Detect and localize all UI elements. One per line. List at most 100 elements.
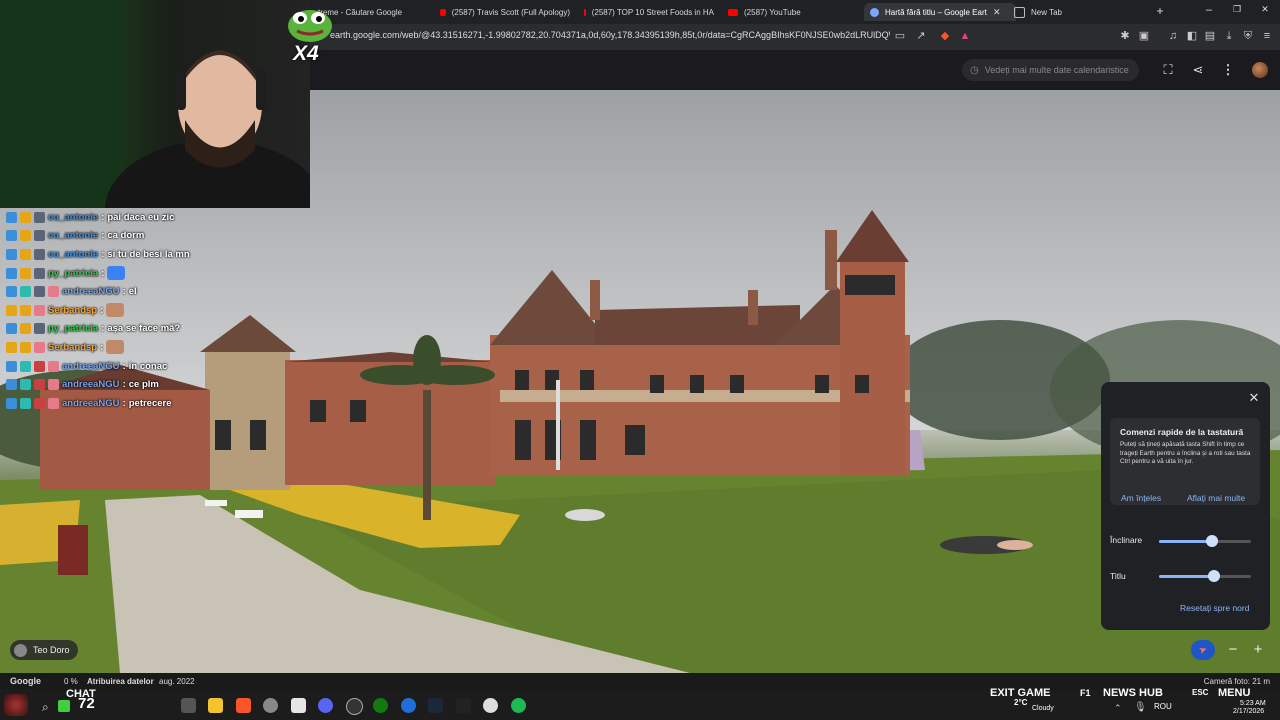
- chat-username[interactable]: andreeaNGU: [62, 398, 120, 409]
- chat-badge-icon: [20, 211, 31, 223]
- got-it-button[interactable]: Am înțeles: [1121, 493, 1161, 503]
- chat-username[interactable]: andreeaNGU: [62, 379, 120, 390]
- chat-badge-icon: [20, 267, 31, 279]
- chat-username[interactable]: cu_antonie: [48, 212, 98, 223]
- close-tab-icon[interactable]: ✕: [993, 7, 1001, 18]
- chat-badge-icon: [34, 230, 45, 242]
- share-page-icon[interactable]: ↗: [914, 29, 928, 43]
- music-icon[interactable]: ♫: [1166, 29, 1180, 43]
- chat-message: Serbandsp:: [6, 301, 266, 320]
- chat-username[interactable]: Serbandsp: [48, 305, 97, 316]
- close-window-button[interactable]: ✕: [1255, 4, 1275, 15]
- chat-badge-icon: [20, 379, 31, 391]
- chat-username[interactable]: Serbandsp: [48, 342, 97, 353]
- settings-icon[interactable]: [263, 698, 278, 713]
- rewards-icon[interactable]: ▲: [958, 29, 972, 43]
- windows-taskbar: CHAT ⌕ 72 EXIT GAME 2°C Cloudy F1 NEWS H…: [0, 687, 1280, 720]
- xbox-icon[interactable]: [373, 698, 388, 713]
- steam-icon[interactable]: [428, 698, 443, 713]
- brave-shield-icon[interactable]: ◆: [938, 29, 952, 43]
- chat-username[interactable]: py_patricia: [48, 323, 98, 334]
- tray-chevron-icon[interactable]: ⌃: [1114, 703, 1122, 714]
- discord-icon[interactable]: [318, 698, 333, 713]
- calendar-dates-button[interactable]: ◷ Vedeți mai multe date calendaristice: [962, 59, 1139, 81]
- maximize-button[interactable]: ❐: [1227, 4, 1247, 15]
- reading-list-icon[interactable]: ▤: [1203, 29, 1217, 43]
- language-indicator[interactable]: ROU: [1154, 702, 1172, 711]
- chat-emote-icon: [106, 303, 125, 318]
- zoom-in-button[interactable]: +: [1247, 640, 1269, 660]
- chat-username[interactable]: andreeaNGU: [62, 286, 120, 297]
- chat-badge-icon: [20, 230, 31, 242]
- tilt-slider[interactable]: [1159, 535, 1251, 547]
- menu-icon[interactable]: ≡: [1260, 29, 1274, 43]
- heading-slider-fill: [1159, 575, 1214, 578]
- chat-message: andreeaNGU: el: [6, 282, 266, 301]
- download-icon[interactable]: ⤓: [1222, 29, 1236, 43]
- tab-label: (2587) Travis Scott (Full Apology): [451, 7, 570, 17]
- photographer-chip[interactable]: Teo Doro: [10, 640, 78, 660]
- share-icon[interactable]: ⋖: [1190, 62, 1206, 78]
- more-icon[interactable]: ⋮: [1220, 62, 1236, 78]
- minimize-button[interactable]: –: [1199, 4, 1219, 16]
- search-icon[interactable]: ⌕: [42, 700, 49, 715]
- chat-text: petrecere: [128, 397, 172, 409]
- chat-badge-icon: [20, 360, 31, 372]
- chat-badge-icon: [34, 397, 45, 409]
- tab-youtube-streetfood[interactable]: (2587) TOP 10 Street Foods in HA: [584, 3, 714, 21]
- url-field[interactable]: earth.google.com/web/@43.31516271,-1.998…: [330, 30, 890, 40]
- heading-slider[interactable]: [1159, 570, 1251, 582]
- tab-label: New Tab: [1031, 7, 1062, 17]
- calculator-icon[interactable]: [291, 698, 306, 713]
- chat-badge-icon: [6, 211, 17, 223]
- clock-time: 5:23 AM: [1240, 700, 1266, 707]
- tip-body: Puteți să țineți apăsată tasta Shift în …: [1120, 441, 1251, 466]
- zoom-out-button[interactable]: −: [1222, 640, 1244, 660]
- chat-username[interactable]: andreeaNGU: [62, 361, 120, 372]
- brave-browser-icon[interactable]: [236, 698, 251, 713]
- clock-icon[interactable]: [346, 698, 363, 715]
- profile-avatar[interactable]: [1252, 62, 1268, 78]
- spotify-icon[interactable]: [511, 698, 526, 713]
- data-attribution-link[interactable]: Atribuirea datelor: [87, 677, 154, 686]
- task-view-icon[interactable]: [181, 698, 196, 713]
- tab-youtube-travis[interactable]: (2587) Travis Scott (Full Apology): [440, 3, 570, 21]
- microphone-icon[interactable]: 🎙: [1134, 702, 1147, 713]
- chat-username[interactable]: cu_antonie: [48, 230, 98, 241]
- wallet-icon[interactable]: ▣: [1137, 29, 1151, 43]
- chat-message: py_patricia: așa se face mă?: [6, 320, 266, 339]
- new-tab-button[interactable]: +: [1150, 4, 1170, 18]
- tilt-slider-fill: [1159, 540, 1212, 543]
- fullscreen-icon[interactable]: ⛶: [1160, 62, 1176, 78]
- chat-separator: :: [101, 323, 105, 335]
- heading-slider-thumb[interactable]: [1208, 570, 1220, 582]
- chat-username[interactable]: py_patricia: [48, 268, 98, 279]
- news-hub-label[interactable]: NEWS HUB: [1103, 687, 1163, 699]
- tab-google-earth[interactable]: Hartă fără titlu – Google Earth ✕: [864, 3, 1016, 21]
- vpn-icon[interactable]: ⛨: [1241, 29, 1255, 43]
- chat-badge-icon: [48, 360, 59, 372]
- chat-badge-icon: [6, 304, 17, 316]
- chat-badge-icon: [34, 360, 45, 372]
- tab-new-tab[interactable]: New Tab: [1014, 3, 1134, 21]
- battlenet-icon[interactable]: [401, 698, 416, 713]
- learn-more-link[interactable]: Aflați mai multe: [1187, 493, 1245, 503]
- riot-icon[interactable]: [483, 698, 498, 713]
- extensions-icon[interactable]: ✱: [1118, 29, 1132, 43]
- menu-label[interactable]: MENU: [1218, 687, 1250, 699]
- chat-badge-icon: [34, 267, 45, 279]
- epic-games-icon[interactable]: [456, 698, 471, 713]
- tilt-slider-thumb[interactable]: [1206, 535, 1218, 547]
- tab-youtube[interactable]: (2587) YouTube: [728, 3, 838, 21]
- screen-icon[interactable]: ▭: [893, 29, 907, 43]
- file-explorer-icon[interactable]: [208, 698, 223, 713]
- chat-username[interactable]: cu_antonie: [48, 249, 98, 260]
- sidebar-icon[interactable]: ◧: [1185, 29, 1199, 43]
- chat-badge-icon: [34, 379, 45, 391]
- compass-button[interactable]: ➤: [1191, 640, 1215, 660]
- chat-badge-icon: [6, 267, 17, 279]
- chat-badge-icon: [20, 248, 31, 260]
- reset-north-button[interactable]: Resetați spre nord: [1180, 603, 1249, 613]
- heading-label: Titlu: [1110, 571, 1126, 581]
- close-icon[interactable]: ✕: [1247, 391, 1261, 405]
